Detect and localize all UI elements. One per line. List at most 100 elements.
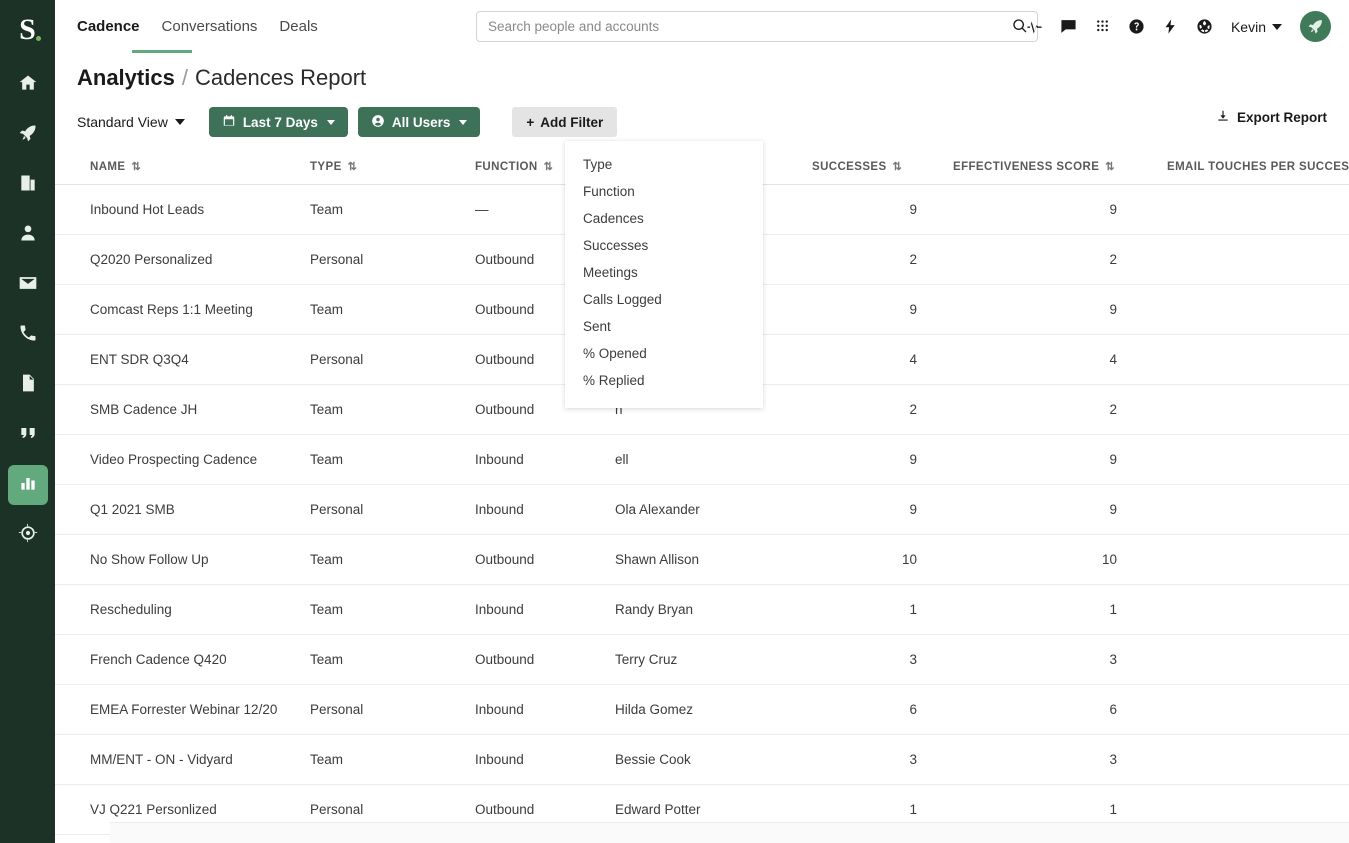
cell-owner: Ola Alexander (615, 484, 800, 535)
sidebar-item-goals[interactable] (8, 515, 48, 555)
table-row[interactable]: Q1 2021 SMB Personal Inbound Ola Alexander 9… (55, 484, 1349, 535)
brand-logo[interactable]: S (6, 8, 50, 52)
cell-email-touches-per-success: 9 (1145, 184, 1349, 235)
sort-icon[interactable]: ⇅ (893, 160, 902, 173)
globe-icon[interactable] (1195, 17, 1214, 36)
sidebar-item-cadences[interactable] (8, 115, 48, 155)
column-header-email-touches-per-success[interactable]: EMAIL TOUCHES PER SUCCESS⇅ (1145, 151, 1349, 185)
cell-effectiveness-score: 9 (945, 284, 1145, 335)
cell-email-touches-per-success: 6 (1145, 684, 1349, 735)
sidebar-item-analytics[interactable] (7, 465, 48, 505)
cell-effectiveness-score: 9 (945, 184, 1145, 235)
tab-cadence[interactable]: Cadence (77, 0, 140, 53)
cell-successes: 3 (800, 734, 945, 785)
column-header-name[interactable]: NAME ⇅ (55, 151, 310, 185)
cell-function: Outbound (475, 534, 615, 585)
table-row[interactable]: Video Prospecting Cadence Team Inbound ell 9… (55, 434, 1349, 485)
dropdown-item[interactable]: Successes (565, 232, 763, 259)
dropdown-item[interactable]: Type (565, 151, 763, 178)
cell-name[interactable]: Comcast Reps 1:1 Meeting (55, 284, 310, 335)
sidebar-item-templates[interactable] (8, 365, 48, 405)
dropdown-item[interactable]: Sent (565, 313, 763, 340)
breadcrumb-parent[interactable]: Analytics (77, 65, 175, 91)
column-label-effectiveness-score: EFFECTIVENESS SCORE (953, 160, 1100, 173)
add-filter-button[interactable]: + Add Filter (512, 107, 618, 137)
cell-successes: 1 (800, 584, 945, 635)
cell-type: Team (310, 534, 475, 585)
cell-type: Personal (310, 234, 475, 285)
cell-name[interactable]: MM/ENT - ON - Vidyard (55, 734, 310, 785)
user-menu[interactable]: Kevin (1231, 19, 1282, 35)
tab-conversations[interactable]: Conversations (162, 0, 258, 53)
table-row[interactable]: No Show Follow Up Team Outbound Shawn Allis… (55, 534, 1349, 585)
dialpad-icon[interactable] (1093, 17, 1112, 36)
cell-name[interactable]: ENT SDR Q3Q4 (55, 334, 310, 385)
cell-effectiveness-score: 2 (945, 384, 1145, 435)
dropdown-item[interactable]: Calls Logged (565, 286, 763, 313)
column-header-effectiveness-score[interactable]: EFFECTIVENESS SCORE ⇅ (945, 151, 1145, 185)
cell-function: Inbound (475, 734, 615, 785)
sidebar-item-home[interactable] (8, 65, 48, 105)
tab-deals[interactable]: Deals (279, 0, 317, 53)
cell-name[interactable]: Rescheduling (55, 584, 310, 635)
cell-email-touches-per-success: 9 (1145, 284, 1349, 335)
sort-icon[interactable]: ⇅ (544, 160, 553, 173)
sort-icon[interactable]: ⇅ (1105, 160, 1114, 173)
table-row[interactable]: EMEA Forrester Webinar 12/20 Personal Inbo… (55, 684, 1349, 735)
home-icon (18, 73, 38, 98)
cell-name[interactable]: No Show Follow Up (55, 534, 310, 585)
sidebar-item-people[interactable] (8, 215, 48, 255)
cell-type: Team (310, 734, 475, 785)
sidebar-item-calls[interactable] (8, 315, 48, 355)
page-title: Cadences Report (194, 65, 367, 90)
export-report-button[interactable]: Export Report (1216, 109, 1327, 126)
sidebar-item-emails[interactable] (8, 265, 48, 305)
date-range-filter[interactable]: Last 7 Days (208, 107, 348, 137)
sidebar-item-snippets[interactable] (8, 415, 48, 455)
sort-icon[interactable]: ⇅ (131, 160, 140, 173)
cell-email-touches-per-success: 3 (1145, 734, 1349, 785)
cell-successes: 4 (800, 334, 945, 385)
plus-icon: + (526, 114, 535, 130)
help-icon[interactable] (1127, 17, 1146, 36)
add-filter-dropdown-menu[interactable]: Type Function Cadences Successes Meetings Cal… (565, 141, 763, 408)
cell-name[interactable]: Q2020 Personalized (55, 234, 310, 285)
table-row[interactable]: ReschedulingTeamInboundRandy Bryan111 (55, 584, 1349, 635)
column-header-type[interactable]: TYPE ⇅ (310, 151, 475, 185)
dropdown-item[interactable]: Cadences (565, 205, 763, 232)
cell-name[interactable]: Q1 2021 SMB (55, 484, 310, 535)
cell-name[interactable]: Video Prospecting Cadence (55, 434, 310, 485)
brand-logo-dot (35, 36, 41, 41)
cell-successes: 9 (800, 184, 945, 235)
cell-email-touches-per-success: 9 (1145, 484, 1349, 535)
cell-successes: 2 (800, 384, 945, 435)
column-header-successes[interactable]: SUCCESSES ⇅ (800, 151, 945, 185)
sidebar-item-accounts[interactable] (8, 165, 48, 205)
avatar[interactable] (1300, 11, 1331, 42)
cell-name[interactable]: SMB Cadence JH (55, 384, 310, 435)
user-filter[interactable]: All Users (357, 107, 481, 137)
chat-icon[interactable] (1059, 17, 1078, 36)
cell-owner: Terry Cruz (615, 634, 800, 685)
view-selector[interactable]: Standard View (77, 114, 199, 130)
sort-icon[interactable]: ⇅ (348, 160, 357, 173)
dropdown-item[interactable]: % Opened (565, 340, 763, 367)
user-circle-icon (371, 114, 385, 131)
chevron-down-icon (459, 119, 468, 125)
search-input[interactable] (476, 11, 1038, 42)
cell-type: Personal (310, 484, 475, 535)
activity-icon[interactable] (1025, 17, 1044, 36)
dropdown-item[interactable]: % Replied (565, 367, 763, 394)
cell-email-touches-per-success: 2 (1145, 384, 1349, 435)
bolt-icon[interactable] (1161, 17, 1180, 36)
cell-name[interactable]: EMEA Forrester Webinar 12/20 (55, 684, 310, 735)
dropdown-item[interactable]: Meetings (565, 259, 763, 286)
cell-name[interactable]: Inbound Hot Leads (55, 184, 310, 235)
top-tabs: Cadence Conversations Deals (77, 0, 318, 53)
cell-type: Team (310, 284, 475, 335)
table-row[interactable]: French Cadence Q420 Team Outbound Terry Cru… (55, 634, 1349, 685)
dropdown-item[interactable]: Function (565, 178, 763, 205)
calendar-icon (222, 114, 236, 131)
cell-name[interactable]: French Cadence Q420 (55, 634, 310, 685)
table-row[interactable]: MM/ENT - ON - Vidyard Team Inbound Bessie C… (55, 734, 1349, 785)
